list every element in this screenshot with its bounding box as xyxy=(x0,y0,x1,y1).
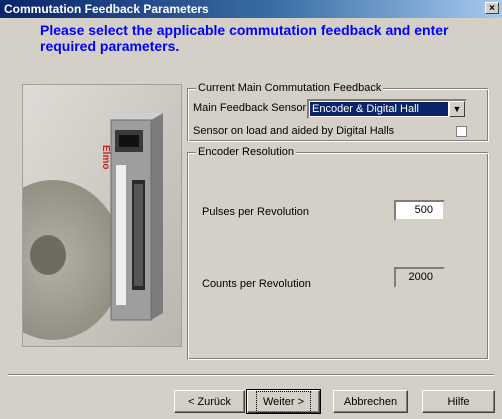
next-button[interactable]: Weiter > xyxy=(246,389,321,414)
window-title: Commutation Feedback Parameters xyxy=(4,2,209,16)
help-button-label: Hilfe xyxy=(447,396,470,408)
cancel-button-label: Abbrechen xyxy=(343,396,398,408)
next-button-label: Weiter > xyxy=(255,391,312,413)
commutation-group-legend: Current Main Commutation Feedback xyxy=(196,82,384,94)
drive-image: Elmo xyxy=(23,85,181,346)
commutation-feedback-group: Current Main Commutation Feedback Main F… xyxy=(187,82,489,142)
load-halls-checkbox[interactable] xyxy=(456,126,467,137)
counts-per-rev-field: 2000 xyxy=(394,267,445,288)
close-button[interactable]: × xyxy=(485,2,499,14)
cancel-button[interactable]: Abbrechen xyxy=(333,390,408,413)
pulses-per-rev-input[interactable]: 500 xyxy=(394,200,445,221)
title-bar: Commutation Feedback Parameters × xyxy=(0,0,502,18)
main-sensor-select[interactable]: Encoder & Digital Hall ▼ xyxy=(307,99,467,119)
instruction-heading: Please select the applicable commutation… xyxy=(40,22,449,54)
chevron-down-icon[interactable]: ▼ xyxy=(449,101,465,117)
encoder-resolution-group: Encoder Resolution Pulses per Revolution… xyxy=(187,146,489,360)
main-sensor-selected-value: Encoder & Digital Hall xyxy=(310,102,448,116)
pulses-per-rev-label: Pulses per Revolution xyxy=(202,206,310,218)
back-button-label: < Zurück xyxy=(187,396,232,408)
brand-logo: Elmo xyxy=(100,145,111,169)
help-button[interactable]: Hilfe xyxy=(422,390,495,413)
counts-per-rev-label: Counts per Revolution xyxy=(202,278,311,290)
load-checkbox-label: Sensor on load and aided by Digital Hall… xyxy=(193,125,395,137)
device-photo: Elmo xyxy=(22,84,182,347)
back-button[interactable]: < Zurück xyxy=(174,390,245,413)
main-sensor-label: Main Feedback Sensor xyxy=(193,102,307,114)
button-separator xyxy=(8,374,494,376)
encoder-group-legend: Encoder Resolution xyxy=(196,146,297,158)
